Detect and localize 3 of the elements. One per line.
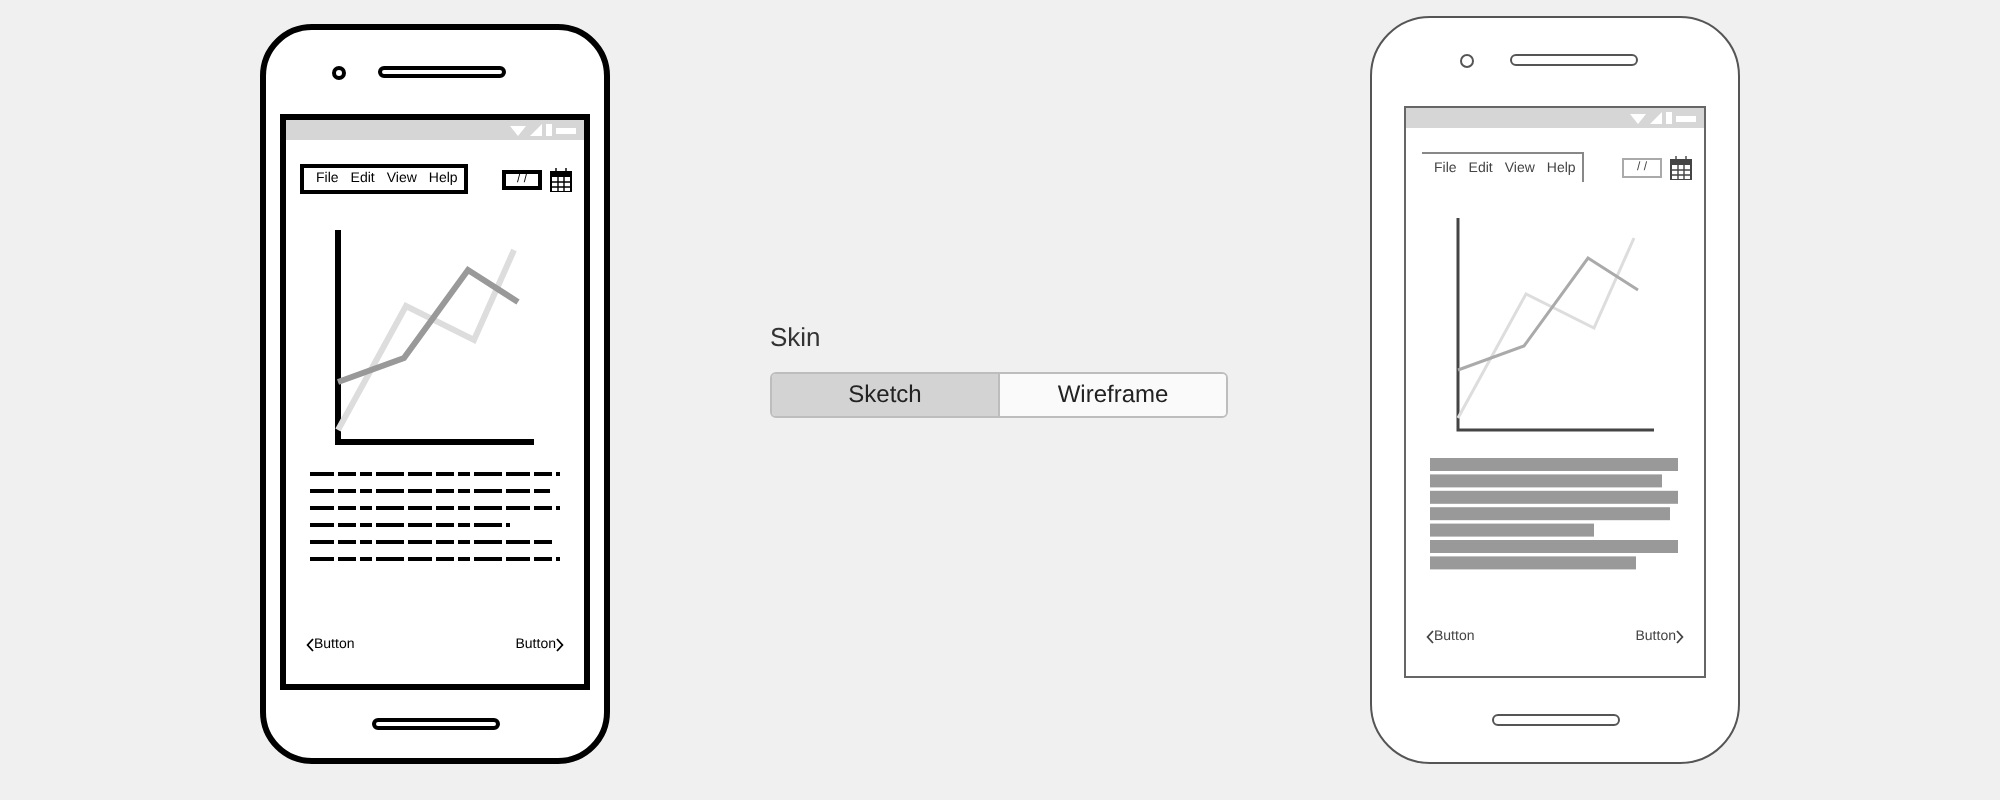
skin-option[interactable]: Sketch: [772, 373, 998, 415]
skin-label: Skin: [770, 320, 823, 356]
skin-option[interactable]: Wireframe: [998, 373, 1226, 415]
